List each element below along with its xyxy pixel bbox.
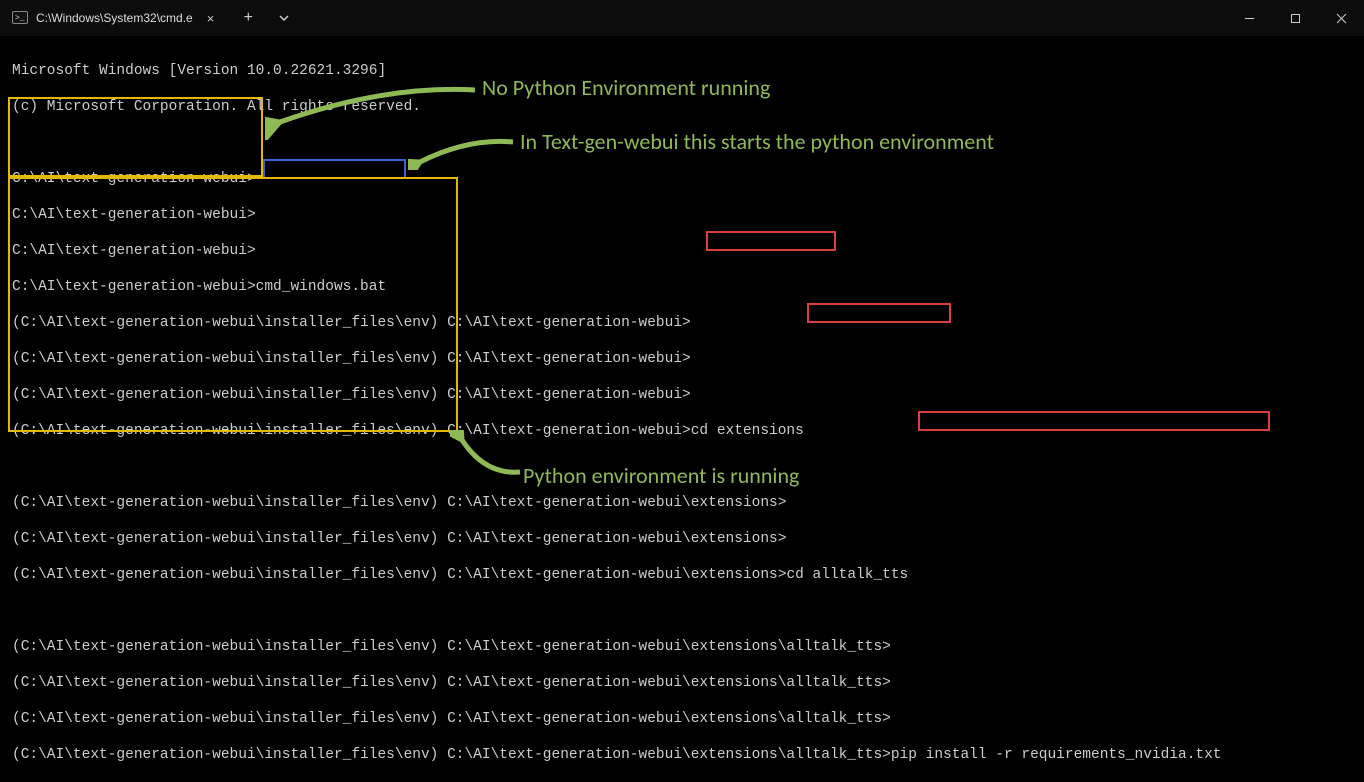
prompt-line: (C:\AI\text-generation-webui\installer_f… [12,494,1364,512]
window-controls [1226,0,1364,36]
prompt-line: (C:\AI\text-generation-webui\installer_f… [12,530,1364,548]
prompt-line: C:\AI\text-generation-webui> [12,170,1364,188]
prompt-line: (C:\AI\text-generation-webui\installer_f… [12,422,1364,440]
prompt-line: (C:\AI\text-generation-webui\installer_f… [12,674,1364,692]
svg-text:>_: >_ [15,14,25,23]
prompt-line: (C:\AI\text-generation-webui\installer_f… [12,710,1364,728]
window-titlebar: >_ C:\Windows\System32\cmd.e × + [0,0,1364,36]
tab-cmd[interactable]: >_ C:\Windows\System32\cmd.e × [0,0,230,36]
prompt-line: (C:\AI\text-generation-webui\installer_f… [12,350,1364,368]
prompt-line: (C:\AI\text-generation-webui\installer_f… [12,638,1364,656]
prompt-line: (C:\AI\text-generation-webui\installer_f… [12,386,1364,404]
tab-close-button[interactable]: × [201,9,221,28]
annotation-no-env: No Python Environment running [482,74,770,101]
tab-title: C:\Windows\System32\cmd.e [36,11,193,25]
prompt-line: C:\AI\text-generation-webui> [12,206,1364,224]
minimize-button[interactable] [1226,0,1272,36]
maximize-button[interactable] [1272,0,1318,36]
terminal-icon: >_ [12,10,28,26]
annotation-env-running: Python environment is running [523,462,799,489]
prompt-line: (C:\AI\text-generation-webui\installer_f… [12,314,1364,332]
prompt-line: (C:\AI\text-generation-webui\installer_f… [12,566,1364,584]
prompt-line: C:\AI\text-generation-webui>cmd_windows.… [12,278,1364,296]
tab-dropdown-button[interactable] [266,0,302,36]
prompt-line: C:\AI\text-generation-webui> [12,242,1364,260]
prompt-line: (C:\AI\text-generation-webui\installer_f… [12,746,1364,764]
new-tab-button[interactable]: + [230,0,266,36]
annotation-starts-env: In Text-gen-webui this starts the python… [520,128,994,155]
close-button[interactable] [1318,0,1364,36]
